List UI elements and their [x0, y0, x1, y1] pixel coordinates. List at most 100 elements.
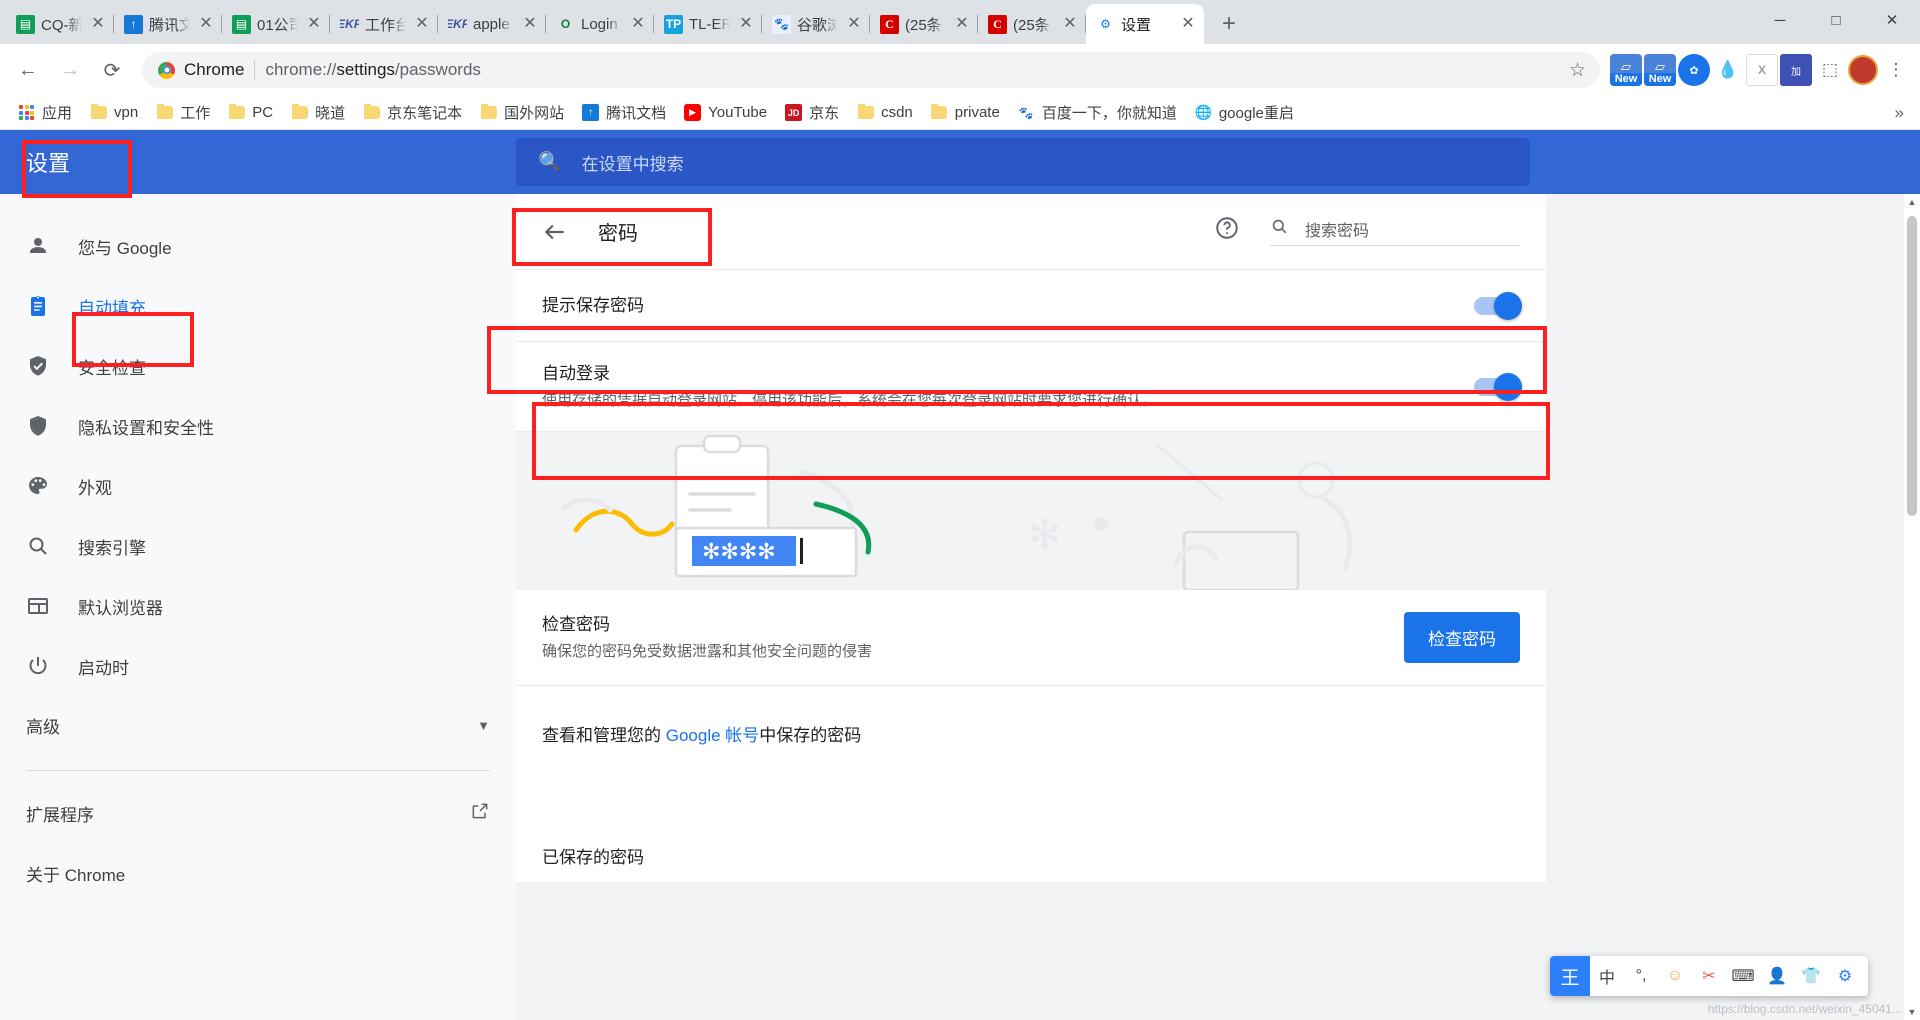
- sidebar-item-search-engine[interactable]: 搜索引擎: [0, 516, 516, 576]
- check-passwords-button[interactable]: 检查密码: [1404, 612, 1520, 663]
- close-window-button[interactable]: ✕: [1864, 0, 1920, 40]
- browser-tab[interactable]: C (25条 ✕: [870, 4, 978, 44]
- avatar[interactable]: [1848, 55, 1878, 85]
- sidebar-item-privacy-security[interactable]: 隐私设置和安全性: [0, 396, 516, 456]
- bookmark-google-restart[interactable]: 🌐 google重启: [1187, 98, 1302, 127]
- maximize-button[interactable]: □: [1808, 0, 1864, 40]
- close-icon[interactable]: ✕: [196, 16, 216, 32]
- ime-skin-icon[interactable]: 👕: [1794, 956, 1828, 996]
- ime-emoji-icon[interactable]: ☺: [1658, 956, 1692, 996]
- close-icon[interactable]: ✕: [736, 16, 756, 32]
- ime-punctuation-icon[interactable]: °,: [1624, 956, 1658, 996]
- passwords-header: 密码 搜索密码: [516, 194, 1546, 270]
- browser-tab[interactable]: EKP apple ✕: [438, 4, 546, 44]
- browser-tab-active[interactable]: ⚙ 设置 ✕: [1086, 4, 1204, 44]
- bookmark-tencent-docs[interactable]: ↑ 腾讯文档: [574, 98, 674, 127]
- sidebar-item-label: 关于 Chrome: [26, 865, 126, 885]
- google-account-link[interactable]: Google 帐号: [666, 726, 760, 745]
- person-icon: [26, 234, 78, 258]
- browser-tab[interactable]: ▤ CQ-新 ✕: [6, 4, 114, 44]
- scroll-up-icon[interactable]: ▲: [1904, 194, 1920, 210]
- close-icon[interactable]: ✕: [628, 16, 648, 32]
- droplet-extension-icon[interactable]: 💧: [1712, 54, 1744, 86]
- bookmark-youtube[interactable]: ▶ YouTube: [676, 100, 775, 125]
- x-extension-icon[interactable]: X: [1746, 54, 1778, 86]
- forward-button[interactable]: →: [50, 50, 90, 90]
- new-extension-1-icon[interactable]: ▱ New: [1610, 54, 1642, 86]
- close-icon[interactable]: ✕: [952, 16, 972, 32]
- browser-tab[interactable]: 🐾 谷歌浏 ✕: [762, 4, 870, 44]
- sidebar-item-you-and-google[interactable]: 您与 Google: [0, 216, 516, 276]
- ime-user-icon[interactable]: 👤: [1760, 956, 1794, 996]
- blue-circle-extension-icon[interactable]: ✿: [1678, 54, 1710, 86]
- back-button[interactable]: ←: [8, 50, 48, 90]
- browser-tab[interactable]: ↑ 腾讯文 ✕: [114, 4, 222, 44]
- minimize-button[interactable]: ─: [1752, 0, 1808, 40]
- back-arrow-icon[interactable]: [542, 219, 568, 245]
- bookmarks-overflow-button[interactable]: »: [1889, 103, 1910, 123]
- scroll-down-icon[interactable]: ▼: [1904, 1004, 1920, 1020]
- close-icon[interactable]: ✕: [412, 16, 432, 32]
- bookmark-apps[interactable]: 应用: [10, 98, 80, 127]
- sidebar-item-about-chrome[interactable]: 关于 Chrome: [0, 843, 516, 903]
- sidebar-item-extensions[interactable]: 扩展程序: [0, 783, 516, 843]
- browser-tab[interactable]: TP TL-ER ✕: [654, 4, 762, 44]
- browser-tab[interactable]: EKP 工作台 ✕: [330, 4, 438, 44]
- sidebar-item-default-browser[interactable]: 默认浏览器: [0, 576, 516, 636]
- bookmark-vpn[interactable]: vpn: [82, 100, 146, 125]
- ime-scissors-icon[interactable]: ✂: [1692, 956, 1726, 996]
- sidebar-item-safety-check[interactable]: 安全检查: [0, 336, 516, 396]
- close-icon[interactable]: ✕: [304, 16, 324, 32]
- sidebar-item-label: 安全检查: [78, 358, 146, 378]
- sidebar-divider: [26, 770, 490, 771]
- bookmark-label: google重启: [1218, 105, 1294, 122]
- close-icon[interactable]: ✕: [520, 16, 540, 32]
- bookmark-xiaodao[interactable]: 晓道: [283, 98, 353, 127]
- ime-settings-icon[interactable]: ⚙: [1828, 956, 1862, 996]
- bookmark-jd[interactable]: JD 京东: [777, 98, 847, 127]
- close-icon[interactable]: ✕: [844, 16, 864, 32]
- password-search-input[interactable]: 搜索密码: [1270, 217, 1520, 246]
- bookmark-pc[interactable]: PC: [220, 100, 281, 125]
- bookmark-label: 工作: [180, 105, 211, 122]
- bookmark-private[interactable]: private: [923, 100, 1008, 125]
- bookmark-overseas-sites[interactable]: 国外网站: [472, 98, 572, 127]
- bookmark-csdn[interactable]: csdn: [849, 100, 921, 125]
- reload-button[interactable]: ⟳: [92, 50, 132, 90]
- scrollbar-thumb[interactable]: [1907, 216, 1917, 516]
- bookmark-label: 百度一下，你就知道: [1041, 105, 1177, 122]
- close-icon[interactable]: ✕: [1178, 16, 1198, 32]
- blue-square-extension-icon[interactable]: 加: [1780, 54, 1812, 86]
- globe-icon: 🌐: [1194, 104, 1212, 120]
- chrome-menu-button[interactable]: ⋮: [1880, 53, 1912, 87]
- vertical-scrollbar[interactable]: ▲ ▼: [1904, 194, 1920, 1020]
- close-icon[interactable]: ✕: [88, 16, 108, 32]
- clipboard-icon: [26, 294, 78, 318]
- ime-logo-icon[interactable]: 王: [1550, 956, 1590, 996]
- close-icon[interactable]: ✕: [1060, 16, 1080, 32]
- settings-brand[interactable]: 设置: [0, 130, 516, 194]
- bookmark-work[interactable]: 工作: [148, 98, 218, 127]
- help-circle-icon[interactable]: [1214, 215, 1240, 248]
- new-extension-2-icon[interactable]: ▱ New: [1644, 54, 1676, 86]
- bookmark-jd-notebook[interactable]: 京东笔记本: [355, 98, 470, 127]
- browser-tab[interactable]: C (25条 ✕: [978, 4, 1086, 44]
- auto-signin-toggle[interactable]: [1474, 372, 1522, 401]
- sidebar-item-autofill[interactable]: 自动填充: [0, 276, 516, 336]
- address-bar[interactable]: Chrome chrome://settings/passwords ☆: [142, 52, 1600, 88]
- bookmark-label: private: [954, 104, 1000, 121]
- browser-tab[interactable]: ▤ 01公司 ✕: [222, 4, 330, 44]
- puzzle-extension-icon[interactable]: ⬚: [1814, 54, 1846, 86]
- settings-search-input[interactable]: 🔍 在设置中搜索: [516, 138, 1530, 186]
- offer-save-toggle[interactable]: [1474, 291, 1522, 320]
- bookmark-baidu[interactable]: 🐾 百度一下，你就知道: [1010, 98, 1185, 127]
- sidebar-advanced-label: 高级: [26, 717, 60, 737]
- ime-mode-chinese[interactable]: 中: [1590, 956, 1624, 996]
- ime-keyboard-icon[interactable]: ⌨: [1726, 956, 1760, 996]
- sidebar-item-on-startup[interactable]: 启动时: [0, 636, 516, 696]
- new-tab-button[interactable]: +: [1212, 7, 1246, 41]
- bookmark-star-icon[interactable]: ☆: [1569, 59, 1586, 82]
- sidebar-advanced-toggle[interactable]: 高级 ▼: [0, 696, 516, 754]
- sidebar-item-appearance[interactable]: 外观: [0, 456, 516, 516]
- browser-tab[interactable]: O Login ✕: [546, 4, 654, 44]
